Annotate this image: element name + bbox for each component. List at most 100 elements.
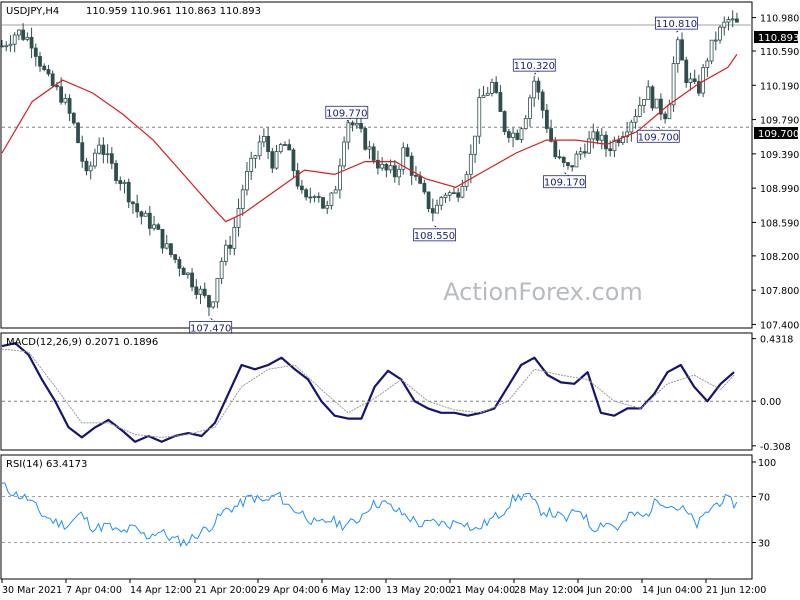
- candle-body: [232, 227, 237, 249]
- candle-body: [59, 86, 64, 103]
- candle-body: [367, 146, 372, 150]
- candle-body: [536, 80, 541, 93]
- candle-body: [523, 118, 528, 130]
- candle-body: [42, 65, 47, 70]
- candle-body: [549, 128, 553, 142]
- current-price-tag: 110.893: [758, 33, 799, 44]
- candle-body: [485, 92, 490, 96]
- candle-body: [582, 151, 587, 154]
- candle-body: [637, 105, 642, 117]
- candle-body: [278, 144, 283, 153]
- x-tick-label: 7 Apr 04:00: [66, 585, 122, 596]
- rsi-tick-label: 100: [758, 458, 776, 469]
- candle-body: [8, 43, 13, 47]
- price-tick-label: 108.990: [760, 184, 799, 195]
- candle-body: [544, 109, 549, 129]
- candle-body: [342, 141, 347, 167]
- candle-body: [122, 181, 127, 184]
- candle-body: [435, 204, 439, 214]
- candle-body: [63, 98, 68, 103]
- candle-body: [705, 60, 710, 68]
- candle-body: [405, 147, 410, 157]
- candle-body: [169, 243, 173, 256]
- candle-body: [447, 192, 452, 196]
- chart-canvas: ActionForex.com 107.470109.770108.550110…: [0, 1, 799, 596]
- candle-body: [308, 196, 313, 199]
- candle-body: [409, 155, 414, 176]
- candle-body: [109, 153, 114, 164]
- candle-body: [219, 260, 224, 279]
- candle-body: [215, 278, 220, 303]
- macd-title: MACD(12,26,9) 0.2071 0.1896: [6, 337, 158, 348]
- candle-body: [646, 86, 651, 100]
- price-tick-label: 107.400: [760, 320, 799, 331]
- candle-body: [164, 243, 169, 249]
- candle-body: [443, 194, 448, 198]
- candle-body: [680, 39, 684, 61]
- candle-body: [667, 104, 672, 120]
- candle-body: [671, 63, 676, 106]
- candle-body: [477, 97, 482, 137]
- candle-body: [604, 134, 608, 150]
- candle-body: [257, 141, 262, 157]
- candle-body: [650, 86, 655, 109]
- candle-body: [515, 132, 520, 140]
- candle-body: [654, 98, 659, 109]
- x-tick-label: 14 Apr 12:00: [130, 585, 192, 596]
- annotation-label: 110.810: [656, 19, 697, 30]
- candle-body: [502, 111, 507, 133]
- x-tick-label: 4 Jun 20:00: [578, 585, 632, 596]
- candle-body: [557, 156, 562, 159]
- macd-tick-label: 0.00: [760, 397, 781, 408]
- candle-body: [152, 224, 156, 229]
- annotation-label: 109.170: [544, 178, 585, 189]
- candle-body: [709, 39, 714, 62]
- candle-body: [67, 98, 72, 114]
- candle-body: [304, 189, 309, 198]
- price-tick-label: 110.590: [760, 47, 799, 58]
- candle-body: [147, 212, 152, 229]
- candle-body: [380, 163, 385, 169]
- candle-body: [490, 82, 494, 94]
- candle-body: [261, 135, 266, 143]
- candle-body: [312, 196, 317, 198]
- candle-body: [528, 97, 532, 119]
- candle-body: [33, 47, 38, 57]
- candle-body: [692, 78, 697, 83]
- candle-body: [135, 203, 140, 213]
- candle-body: [371, 146, 376, 161]
- candle-body: [713, 39, 718, 42]
- candle-body: [202, 288, 207, 296]
- candle-body: [354, 122, 359, 126]
- price-tick-label: 108.590: [760, 218, 799, 229]
- candle-body: [16, 29, 21, 36]
- candle-body: [506, 131, 511, 138]
- candle-body: [608, 148, 613, 152]
- annotation-label: 108.550: [414, 231, 455, 242]
- candle-body: [321, 197, 325, 209]
- macd-panel-frame: [0, 332, 753, 451]
- candle-body: [50, 73, 55, 86]
- candle-body: [473, 135, 477, 155]
- candle-body: [190, 272, 194, 288]
- candle-body: [346, 122, 351, 143]
- candle-body: [105, 153, 110, 156]
- candle-body: [88, 165, 93, 172]
- candle-body: [223, 244, 228, 262]
- x-tick-label: 13 May 20:00: [386, 585, 451, 596]
- candle-body: [333, 189, 338, 194]
- candle-body: [21, 29, 26, 40]
- candle-body: [561, 156, 566, 163]
- rsi-tick-label: 30: [758, 539, 770, 550]
- annotation-label: 109.770: [326, 108, 367, 119]
- candle-body: [718, 26, 722, 41]
- candle-body: [591, 131, 596, 140]
- candle-body: [519, 128, 524, 140]
- candle-body: [726, 19, 731, 23]
- candle-body: [397, 168, 401, 178]
- price-tick-label: 107.800: [760, 286, 799, 297]
- candle-body: [414, 174, 418, 177]
- candle-body: [350, 122, 355, 126]
- price-tick-label: 110.980: [760, 14, 799, 25]
- candle-body: [139, 211, 144, 217]
